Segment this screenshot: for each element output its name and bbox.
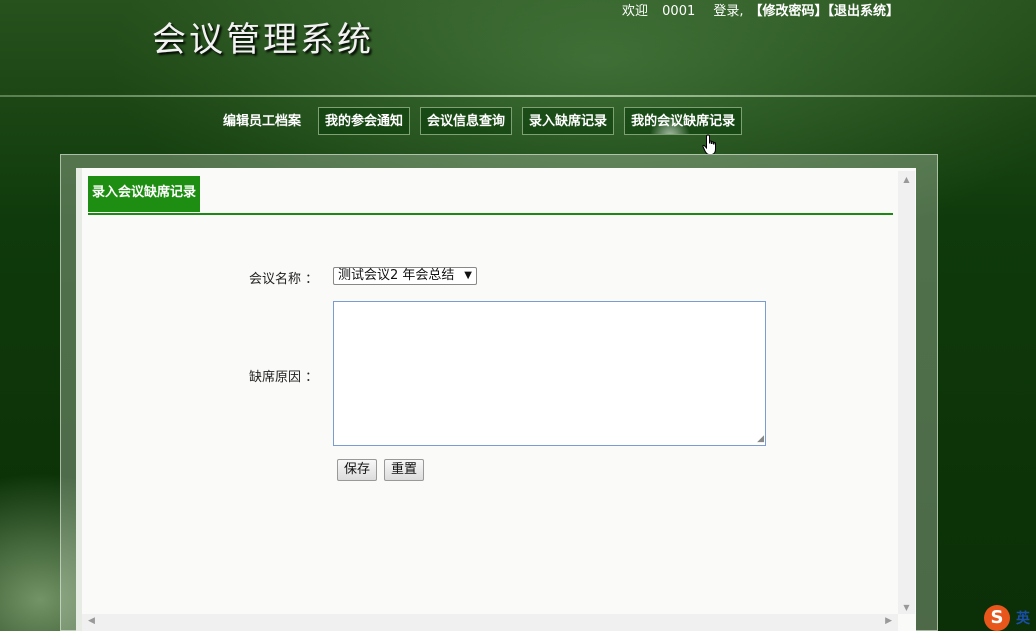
ime-mode-label: 英 [1016, 611, 1030, 627]
header-divider [0, 95, 1036, 97]
dropdown-arrow-icon: ▼ [464, 270, 472, 281]
scroll-down-icon[interactable]: ▼ [898, 603, 915, 612]
change-password-link[interactable]: 【修改密码】 [750, 4, 828, 19]
nav-item-my-absence-records[interactable]: 我的会议缺席记录 [624, 107, 743, 135]
absence-reason-textarea[interactable]: ◢ [333, 301, 766, 446]
nav-item-edit-profile[interactable]: 编辑员工档案 [216, 107, 308, 135]
meeting-name-label: 会议名称 ： [249, 272, 319, 287]
scroll-left-icon[interactable]: ◀ [88, 616, 95, 626]
horizontal-scrollbar[interactable]: ◀ ▶ [82, 614, 898, 631]
user-id: 0001 [662, 4, 696, 19]
vertical-scrollbar[interactable]: ▲ ▼ [898, 171, 915, 614]
tab-enter-absence[interactable]: 录入会议缺席记录 [88, 176, 201, 212]
hand-cursor-icon [702, 134, 716, 155]
user-bar: 欢迎 0001 登录, 【修改密码】【退出系统】 [622, 0, 899, 19]
main-nav: 编辑员工档案 我的参会通知 会议信息查询 录入缺席记录 我的会议缺席记录 [216, 107, 752, 135]
scroll-right-icon[interactable]: ▶ [885, 616, 892, 626]
nav-item-meeting-query[interactable]: 会议信息查询 [420, 107, 513, 135]
login-text: 登录, [713, 4, 744, 19]
save-button[interactable]: 保存 [337, 459, 378, 481]
header: 会议管理系统 欢迎 0001 登录, 【修改密码】【退出系统】 [0, 0, 1036, 98]
ime-logo-icon: S [984, 605, 1010, 631]
app-title: 会议管理系统 [152, 20, 374, 60]
scroll-up-icon[interactable]: ▲ [898, 175, 915, 184]
absence-reason-label: 缺席原因 ： [249, 370, 319, 385]
meeting-select[interactable]: 测试会议2 年会总结 ▼ [333, 267, 477, 285]
meeting-selected-value: 测试会议2 年会总结 [338, 268, 455, 283]
logout-link[interactable]: 【退出系统】 [828, 4, 900, 19]
nav-item-enter-absence[interactable]: 录入缺席记录 [522, 107, 615, 135]
ime-indicator[interactable]: S 英 [984, 605, 1036, 631]
nav-item-my-notices[interactable]: 我的参会通知 [318, 107, 411, 135]
reset-button[interactable]: 重置 [384, 459, 425, 481]
resize-grip-icon[interactable]: ◢ [757, 435, 764, 444]
panel-tab-bar: 录入会议缺席记录 [88, 176, 893, 215]
welcome-text: 欢迎 [622, 4, 649, 19]
